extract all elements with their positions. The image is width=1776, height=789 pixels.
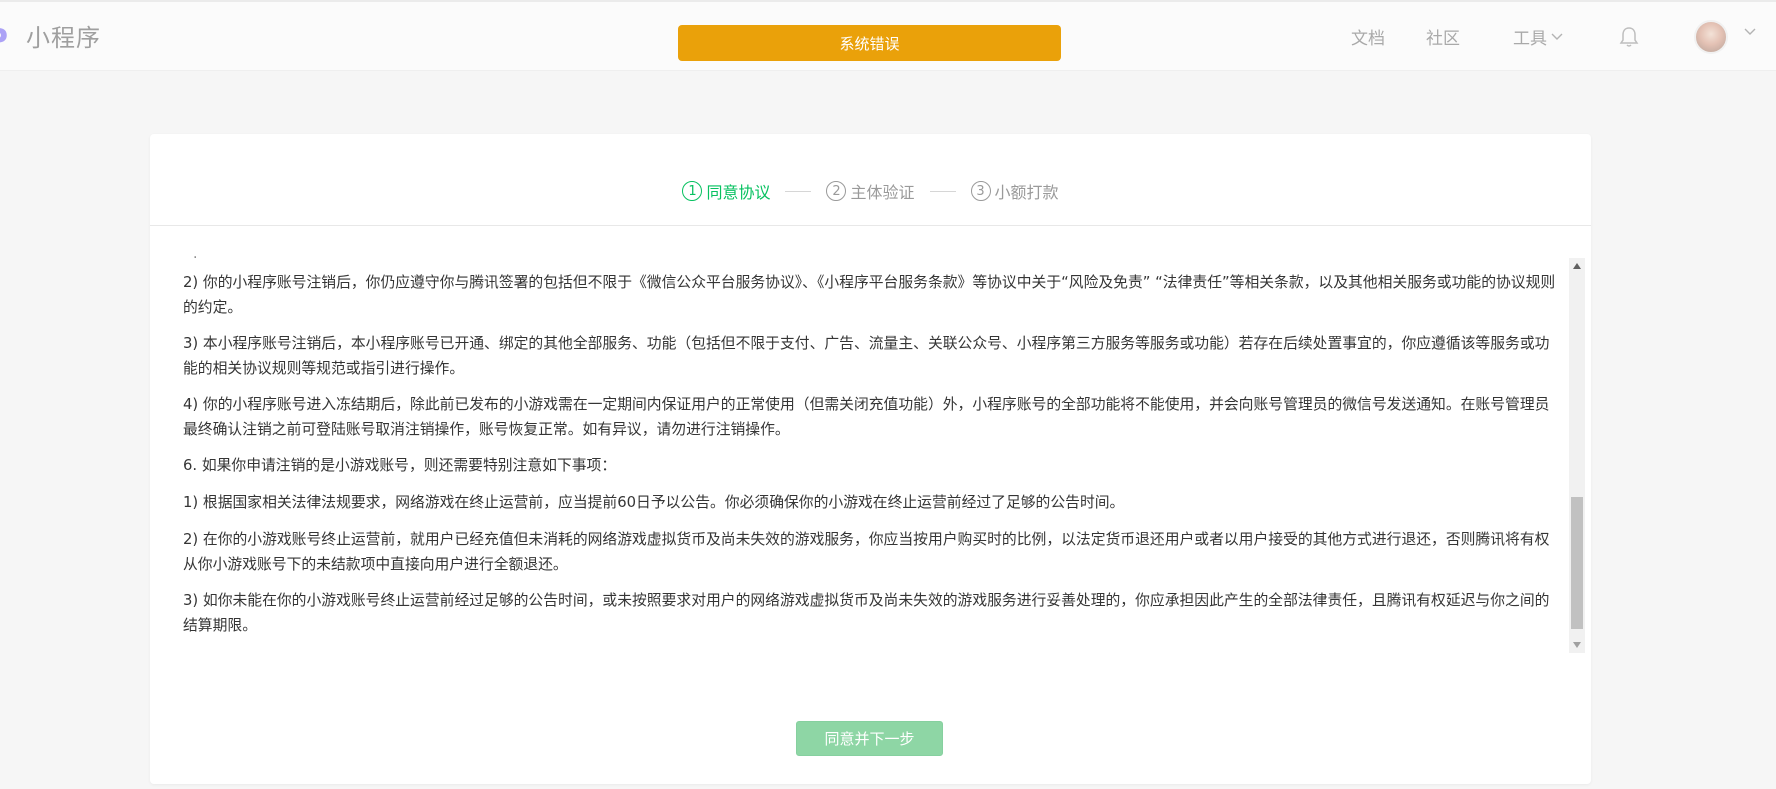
terms-scrollbar[interactable] bbox=[1569, 258, 1585, 653]
step-label: 主体验证 bbox=[850, 183, 915, 202]
scrollbar-thumb[interactable] bbox=[1571, 497, 1583, 629]
logo[interactable]: P 小程序 bbox=[0, 18, 101, 53]
step-number: 3 bbox=[970, 181, 991, 201]
nav-tools-menu[interactable]: 工具 bbox=[1513, 24, 1563, 49]
step-identity-verification: 2 主体验证 bbox=[826, 179, 915, 203]
step-agree-terms: 1 同意协议 bbox=[682, 179, 770, 203]
terms-truncated-line: . bbox=[193, 246, 198, 262]
terms-content: . 2) 你的小程序账号注销后，你仍应遵守你与腾讯签署的包括但不限于《微信公众平… bbox=[183, 242, 1558, 782]
mini-program-logo-icon: P bbox=[0, 21, 18, 51]
terms-scroll-area[interactable]: . 2) 你的小程序账号注销后，你仍应遵守你与腾讯签署的包括但不限于《微信公众平… bbox=[183, 242, 1558, 782]
terms-paragraph: 4) 你的小程序账号进入冻结期后，除此前已发布的小游戏需在一定期间内保证用户的正… bbox=[183, 396, 1550, 438]
logo-text: 小程序 bbox=[26, 24, 101, 52]
terms-section-heading: 6. 如果你申请注销的是小游戏账号，则还需要特别注意如下事项： bbox=[183, 457, 617, 474]
progress-steps: 1 同意协议 2 主体验证 3 小额打款 bbox=[150, 178, 1591, 204]
system-error-toast: 系统错误 bbox=[678, 25, 1061, 61]
step-separator bbox=[929, 190, 956, 192]
agree-and-next-button[interactable]: 同意并下一步 bbox=[796, 721, 943, 756]
scroll-down-arrow-icon[interactable] bbox=[1569, 637, 1585, 653]
step-number: 1 bbox=[682, 181, 703, 201]
terms-paragraph: 3) 如你未能在你的小游戏账号终止运营前经过足够的公告时间，或未按照要求对用户的… bbox=[183, 592, 1550, 634]
account-chevron-down-icon[interactable] bbox=[1744, 28, 1756, 36]
chevron-down-icon bbox=[1551, 33, 1563, 40]
notification-bell-icon[interactable] bbox=[1619, 26, 1639, 48]
scroll-up-arrow-icon[interactable] bbox=[1569, 258, 1585, 274]
step-number: 2 bbox=[826, 181, 847, 201]
terms-paragraph: 2) 你的小程序账号注销后，你仍应遵守你与腾讯签署的包括但不限于《微信公众平台服… bbox=[183, 274, 1556, 316]
terms-paragraph: 2) 在你的小游戏账号终止运营前，就用户已经充值但未消耗的网络游戏虚拟货币及尚未… bbox=[183, 531, 1550, 573]
nav-community-link[interactable]: 社区 bbox=[1426, 24, 1460, 49]
step-micro-payment: 3 小额打款 bbox=[970, 179, 1059, 203]
divider bbox=[150, 225, 1591, 226]
account-cancellation-card: 1 同意协议 2 主体验证 3 小额打款 . 2) 你的小程序账号注销后，你仍应… bbox=[150, 134, 1591, 784]
nav-docs-link[interactable]: 文档 bbox=[1351, 24, 1385, 49]
step-label: 小额打款 bbox=[994, 183, 1059, 202]
step-label: 同意协议 bbox=[706, 183, 771, 202]
top-border bbox=[0, 0, 1776, 2]
terms-paragraph: 3) 本小程序账号注销后，本小程序账号已开通、绑定的其他全部服务、功能（包括但不… bbox=[183, 335, 1550, 377]
terms-paragraph: 1) 根据国家相关法律法规要求，网络游戏在终止运营前，应当提前60日予以公告。你… bbox=[183, 494, 1125, 511]
nav-tools-label: 工具 bbox=[1513, 29, 1547, 49]
step-separator bbox=[785, 190, 812, 192]
user-avatar[interactable] bbox=[1694, 20, 1728, 54]
